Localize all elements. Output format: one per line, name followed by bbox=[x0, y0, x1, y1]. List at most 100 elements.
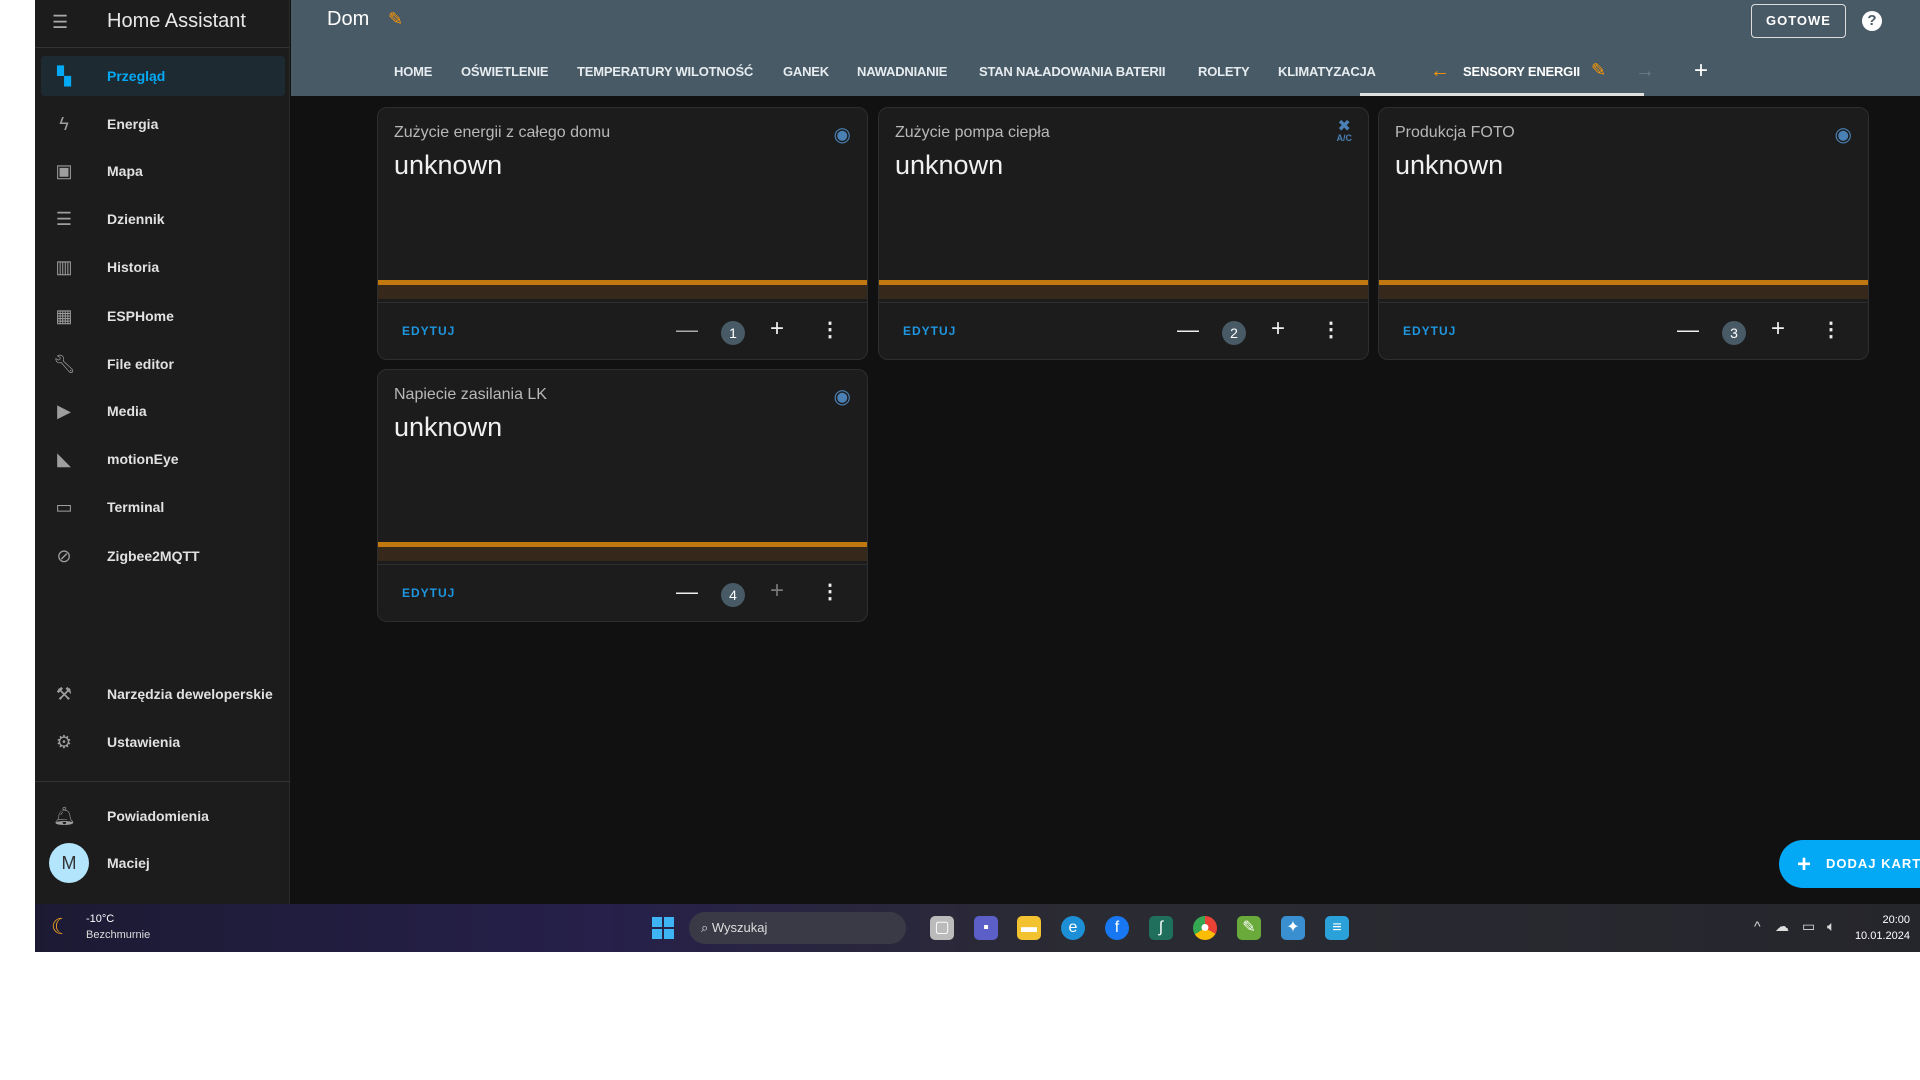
sidebar-item-dziennik[interactable]: ☰ Dziennik bbox=[41, 199, 285, 239]
edit-card-button[interactable]: EDYTUJ bbox=[402, 586, 455, 600]
edit-tab-pencil-icon[interactable]: ✎ bbox=[1591, 60, 1606, 81]
sidebar-item-motioneye[interactable]: ◣ motionEye bbox=[41, 439, 285, 479]
card-edit-footer: EDYTUJ — 2 + ⋮ bbox=[879, 302, 1368, 359]
search-icon: ⌕ bbox=[701, 920, 712, 935]
sidebar-item-label: Terminal bbox=[107, 499, 165, 515]
menu-collapse-icon[interactable]: ☰ bbox=[52, 12, 68, 33]
app-icon[interactable]: ∫ bbox=[1149, 916, 1173, 940]
move-down-plus-icon[interactable]: + bbox=[770, 315, 784, 343]
show-hidden-icons-chevron-icon[interactable]: ^ bbox=[1754, 918, 1761, 934]
tab-sensory-energii[interactable]: SENSORY ENERGII bbox=[1463, 64, 1580, 79]
sidebar-item-energia[interactable]: ϟ Energia bbox=[41, 104, 285, 144]
weather-temperature: -10°C bbox=[86, 913, 115, 925]
taskbar-search[interactable]: ⌕ Wyszukaj bbox=[689, 912, 906, 944]
task-view-icon[interactable]: ▢ bbox=[930, 916, 954, 940]
add-card-label: DODAJ KARTĘ bbox=[1826, 856, 1920, 871]
tab-nawadnianie[interactable]: NAWADNIANIE bbox=[857, 64, 947, 79]
hammer-icon: ⚒︎ bbox=[55, 684, 73, 704]
moon-weather-icon[interactable]: ☾ bbox=[51, 914, 71, 940]
card-more-icon[interactable]: ⋮ bbox=[1821, 317, 1841, 342]
card-value: unknown bbox=[895, 150, 1004, 180]
taskbar-clock[interactable]: 20:00 10.01.2024 bbox=[1855, 912, 1910, 944]
move-down-plus-icon[interactable]: + bbox=[1771, 315, 1785, 343]
card-more-icon[interactable]: ⋮ bbox=[1321, 317, 1341, 342]
sidebar-item-user[interactable]: M Maciej bbox=[41, 843, 285, 883]
done-button[interactable]: GOTOWE bbox=[1751, 4, 1846, 38]
onedrive-icon[interactable]: ☁ bbox=[1775, 918, 1789, 935]
sidebar-item-developer-tools[interactable]: ⚒︎ Narzędzia deweloperskie bbox=[41, 674, 285, 714]
move-up-minus-icon[interactable]: — bbox=[1177, 317, 1199, 343]
ac-icon-text: A/C bbox=[1336, 133, 1353, 143]
active-tab-indicator bbox=[1360, 93, 1644, 96]
sidebar-item-media[interactable]: ▶ Media bbox=[41, 391, 285, 431]
entity-card: Zużycie pompa ciepła unknown ✖ A/C EDYTUJ… bbox=[878, 107, 1369, 360]
move-tab-left-arrow-icon[interactable]: ← bbox=[1430, 60, 1450, 83]
sidebar-item-label: Historia bbox=[107, 259, 160, 275]
sidebar-item-label: motionEye bbox=[107, 451, 179, 467]
facebook-icon[interactable]: f bbox=[1105, 916, 1129, 940]
wrench-icon: 🔧︎ bbox=[53, 354, 76, 374]
card-more-icon[interactable]: ⋮ bbox=[820, 579, 840, 604]
tab-temperatury[interactable]: TEMPERATURY WILOTNOŚĆ bbox=[577, 64, 753, 79]
tab-stan-baterii[interactable]: STAN NAŁADOWANIA BATERII bbox=[979, 64, 1166, 79]
volume-icon[interactable]: 🔈︎ bbox=[1827, 918, 1835, 935]
file-explorer-icon[interactable]: ▬ bbox=[1017, 916, 1041, 940]
teams-icon[interactable]: ▪ bbox=[974, 916, 998, 940]
sidebar-item-label: Dziennik bbox=[107, 211, 165, 227]
sidebar-item-terminal[interactable]: ▭ Terminal bbox=[41, 487, 285, 527]
move-up-minus-icon[interactable]: — bbox=[676, 579, 698, 605]
add-card-button[interactable]: + DODAJ KARTĘ bbox=[1779, 840, 1920, 888]
edit-card-button[interactable]: EDYTUJ bbox=[1403, 324, 1456, 338]
card-value: unknown bbox=[394, 150, 503, 180]
zigbee-icon: ⊘ bbox=[56, 546, 72, 566]
more-vert-icon[interactable]: ⋮ bbox=[1913, 0, 1920, 22]
windows-start-icon[interactable] bbox=[652, 917, 674, 939]
eye-icon: ◉ bbox=[833, 124, 851, 146]
add-tab-plus-icon[interactable]: + bbox=[1694, 57, 1708, 85]
chrome-icon[interactable]: ● bbox=[1193, 916, 1217, 940]
edge-icon[interactable]: e bbox=[1061, 916, 1085, 940]
move-tab-right-arrow-icon[interactable]: → bbox=[1635, 60, 1655, 83]
sidebar-item-label: Energia bbox=[107, 116, 159, 132]
sidebar-item-przeglad[interactable]: ▚ Przegląd bbox=[41, 56, 285, 96]
tab-klimatyzacja[interactable]: KLIMATYZACJA bbox=[1278, 64, 1376, 79]
network-icon[interactable]: ▭ bbox=[1802, 918, 1815, 935]
search-placeholder: Wyszukaj bbox=[711, 920, 768, 935]
card-position-badge: 3 bbox=[1722, 321, 1746, 345]
avatar: M bbox=[49, 843, 89, 883]
clock-time: 20:00 bbox=[1882, 914, 1910, 926]
sidebar-item-zigbee2mqtt[interactable]: ⊘ Zigbee2MQTT bbox=[41, 536, 285, 576]
clock-date: 10.01.2024 bbox=[1854, 930, 1910, 942]
network-app-icon[interactable]: ✦ bbox=[1281, 916, 1305, 940]
sidebar-item-esphome[interactable]: ▦ ESPHome bbox=[41, 296, 285, 336]
cctv-icon: ◣ bbox=[57, 449, 71, 469]
sidebar-item-historia[interactable]: ▥ Historia bbox=[41, 247, 285, 287]
card-value: unknown bbox=[1395, 150, 1504, 180]
edit-card-button[interactable]: EDYTUJ bbox=[402, 324, 455, 338]
map-person-icon: ▣ bbox=[55, 161, 73, 181]
tab-rolety[interactable]: ROLETY bbox=[1198, 64, 1250, 79]
sidebar-item-settings[interactable]: ⚙︎ Ustawienia bbox=[41, 722, 285, 762]
help-icon[interactable]: ? bbox=[1862, 11, 1882, 31]
move-down-plus-icon[interactable]: + bbox=[1271, 315, 1285, 343]
card-title: Zużycie energii z całego domu bbox=[394, 124, 611, 141]
warning-bar-bg bbox=[378, 547, 867, 561]
top-header: Dom ✎ HOME OŚWIETLENIE TEMPERATURY WILOT… bbox=[291, 0, 1920, 96]
notepad-plus-icon[interactable]: ✎ bbox=[1237, 916, 1261, 940]
move-up-minus-icon[interactable]: — bbox=[676, 317, 698, 343]
entity-card: Zużycie energii z całego domu unknown ◉ … bbox=[377, 107, 868, 360]
sidebar-item-file-editor[interactable]: 🔧︎ File editor bbox=[41, 344, 285, 384]
tab-ganek[interactable]: GANEK bbox=[783, 64, 829, 79]
edit-title-pencil-icon[interactable]: ✎ bbox=[388, 9, 403, 30]
sidebar-item-mapa[interactable]: ▣ Mapa bbox=[41, 151, 285, 191]
card-more-icon[interactable]: ⋮ bbox=[820, 317, 840, 342]
plus-icon: + bbox=[1797, 850, 1813, 878]
move-down-plus-icon[interactable]: + bbox=[770, 577, 784, 605]
edit-card-button[interactable]: EDYTUJ bbox=[903, 324, 956, 338]
tab-oswietlenie[interactable]: OŚWIETLENIE bbox=[461, 64, 549, 79]
notepad-icon[interactable]: ≡ bbox=[1325, 916, 1349, 940]
move-up-minus-icon[interactable]: — bbox=[1677, 317, 1699, 343]
tab-home[interactable]: HOME bbox=[394, 64, 432, 79]
sidebar-item-notifications[interactable]: 🔔︎ Powiadomienia bbox=[41, 796, 285, 836]
console-icon: ▭ bbox=[55, 497, 73, 517]
